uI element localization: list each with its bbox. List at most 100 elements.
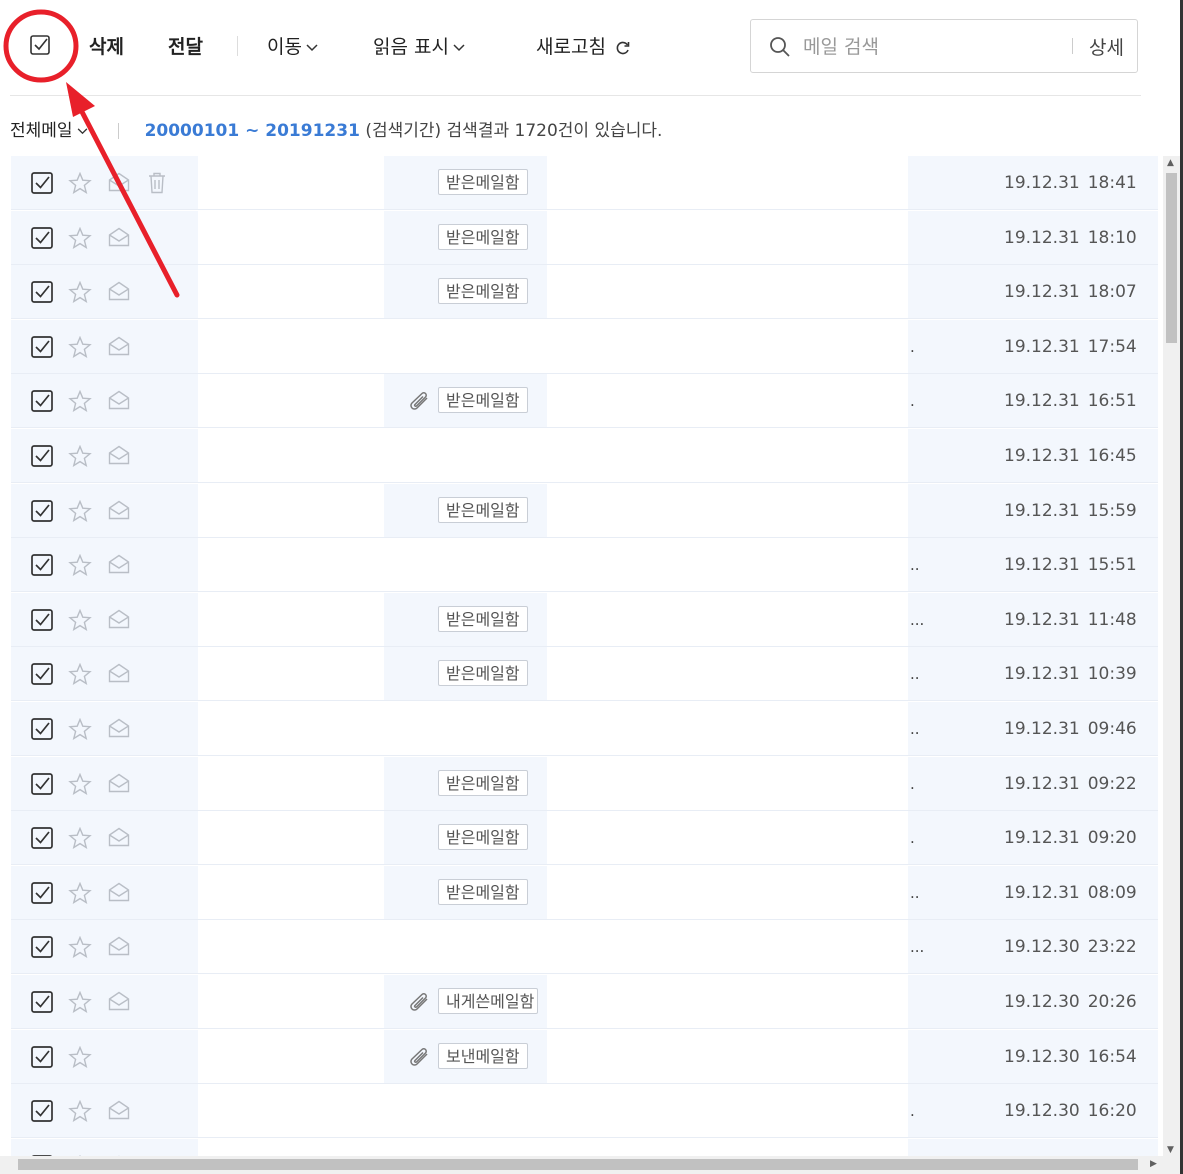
row-checkbox-icon[interactable] — [31, 499, 53, 526]
move-dropdown[interactable]: 이동 — [267, 32, 318, 59]
mail-row[interactable]: .. 19.12.31 09:46 — [11, 702, 1158, 756]
vertical-scroll-thumb[interactable] — [1166, 173, 1177, 343]
select-all-checkbox-icon[interactable] — [30, 35, 50, 55]
row-checkbox-icon[interactable] — [31, 772, 53, 799]
row-checkbox-icon[interactable] — [31, 281, 53, 307]
mail-row[interactable]: 받은메일함... 19.12.31 11:48 — [11, 592, 1158, 647]
mail-row[interactable]: 받은메일함 19.12.31 15:59 — [11, 483, 1158, 538]
envelope-icon[interactable] — [108, 500, 130, 524]
envelope-icon[interactable] — [108, 609, 130, 633]
mail-row[interactable]: 받은메일함. 19.12.31 16:51 — [11, 374, 1158, 429]
envelope-icon[interactable] — [108, 227, 130, 251]
row-checkbox-icon[interactable] — [31, 226, 53, 253]
envelope-icon[interactable] — [108, 1100, 130, 1124]
toolbar-divider-line — [10, 95, 1141, 96]
mail-row[interactable]: 내게쓴메일함 19.12.30 20:26 — [11, 975, 1158, 1029]
envelope-icon[interactable] — [108, 554, 130, 578]
row-checkbox-icon[interactable] — [31, 390, 53, 416]
scroll-down-arrow-icon[interactable]: ▼ — [1167, 1145, 1174, 1155]
redacted-subject — [547, 156, 908, 209]
mail-row[interactable]: ... 19.12.30 23:22 — [11, 920, 1158, 975]
star-icon[interactable] — [68, 280, 92, 307]
redacted-sender — [198, 647, 384, 701]
search-icon[interactable] — [769, 36, 791, 58]
search-input[interactable] — [801, 32, 1065, 62]
row-checkbox-icon[interactable] — [31, 1100, 53, 1126]
mail-row[interactable]: 받은메일함 19.12.31 18:10 — [11, 210, 1158, 265]
envelope-icon[interactable] — [108, 991, 130, 1015]
star-icon[interactable] — [68, 171, 92, 198]
row-checkbox-icon[interactable] — [31, 445, 53, 471]
mail-row[interactable]: 받은메일함. 19.12.31 09:20 — [11, 811, 1158, 866]
delete-button[interactable]: 삭제 — [89, 32, 124, 59]
star-icon[interactable] — [68, 990, 92, 1017]
row-checkbox-icon[interactable] — [31, 335, 53, 362]
star-icon[interactable] — [68, 608, 92, 635]
mail-row[interactable]: 받은메일함. 19.12.31 09:22 — [11, 756, 1158, 811]
mail-time: 15:51 — [1087, 555, 1137, 576]
mail-row[interactable]: 19.12.31 16:45 — [11, 429, 1158, 483]
star-icon[interactable] — [68, 772, 92, 799]
star-icon[interactable] — [68, 663, 92, 689]
star-icon[interactable] — [68, 553, 92, 580]
envelope-icon[interactable] — [108, 936, 130, 960]
star-icon[interactable] — [68, 390, 92, 416]
mail-row[interactable]: 받은메일함 19.12.31 18:07 — [11, 265, 1158, 320]
attachment-icon — [408, 1047, 432, 1072]
row-checkbox-icon[interactable] — [31, 1045, 53, 1072]
scroll-right-arrow-icon[interactable]: ▶ — [1150, 1159, 1157, 1169]
mail-row[interactable]: 받은메일함.. 19.12.31 08:09 — [11, 865, 1158, 920]
star-icon[interactable] — [68, 226, 92, 253]
horizontal-scroll-thumb[interactable] — [18, 1159, 1138, 1170]
envelope-icon[interactable] — [108, 172, 130, 196]
redacted-sender — [198, 811, 384, 865]
mail-row[interactable]: . 19.12.31 17:54 — [11, 319, 1158, 374]
row-checkbox-icon[interactable] — [31, 554, 53, 580]
mail-row[interactable]: 받은메일함 19.12.31 18:41 — [11, 156, 1158, 210]
vertical-scrollbar[interactable]: ▲ ▼ — [1163, 156, 1180, 1156]
envelope-icon[interactable] — [108, 882, 130, 906]
row-checkbox-icon[interactable] — [31, 608, 53, 635]
star-icon[interactable] — [68, 1099, 92, 1126]
row-checkbox-icon[interactable] — [31, 991, 53, 1017]
redacted-subject — [547, 483, 908, 537]
forward-button[interactable]: 전달 — [168, 32, 203, 59]
star-icon[interactable] — [68, 881, 92, 908]
envelope-icon[interactable] — [108, 663, 130, 687]
row-checkbox-icon[interactable] — [31, 718, 53, 744]
horizontal-scrollbar[interactable]: ▶ — [0, 1156, 1180, 1174]
row-checkbox-icon[interactable] — [31, 827, 53, 853]
mail-row[interactable]: 받은메일함.. 19.12.31 10:39 — [11, 647, 1158, 702]
star-icon[interactable] — [68, 444, 92, 471]
mail-row[interactable]: . 19.12.30 16:20 — [11, 1084, 1158, 1139]
star-icon[interactable] — [68, 335, 92, 362]
star-icon[interactable] — [68, 826, 92, 853]
row-checkbox-icon[interactable] — [31, 172, 53, 198]
refresh-button[interactable]: 새로고침 — [536, 32, 631, 59]
scroll-up-arrow-icon[interactable]: ▲ — [1167, 158, 1174, 168]
star-icon[interactable] — [68, 936, 92, 962]
envelope-icon[interactable] — [108, 445, 130, 469]
advanced-search-button[interactable]: 상세 — [1089, 33, 1124, 60]
star-icon[interactable] — [68, 717, 92, 744]
envelope-icon[interactable] — [108, 390, 130, 414]
envelope-icon[interactable] — [108, 773, 130, 797]
star-icon[interactable] — [68, 499, 92, 526]
row-checkbox-icon[interactable] — [31, 881, 53, 908]
row-checkbox-icon[interactable] — [31, 936, 53, 962]
mail-row[interactable]: 보낸메일함 19.12.30 16:54 — [11, 1029, 1158, 1084]
mailbox-filter-dropdown[interactable]: 전체메일 — [10, 121, 88, 141]
row-checkbox-icon[interactable] — [31, 663, 53, 689]
mail-row[interactable]: .. 19.12.31 15:51 — [11, 538, 1158, 593]
redacted-subject — [547, 319, 908, 373]
mark-read-dropdown[interactable]: 읽음 표시 — [373, 32, 465, 59]
star-icon[interactable] — [68, 1045, 92, 1072]
envelope-icon[interactable] — [108, 718, 130, 742]
trash-icon[interactable] — [147, 172, 167, 198]
envelope-icon[interactable] — [108, 281, 130, 305]
envelope-icon[interactable] — [108, 336, 130, 360]
mail-row[interactable] — [11, 1138, 1158, 1156]
folder-tag: 받은메일함 — [438, 387, 528, 414]
envelope-icon[interactable] — [108, 827, 130, 851]
redacted-subject — [547, 429, 908, 482]
